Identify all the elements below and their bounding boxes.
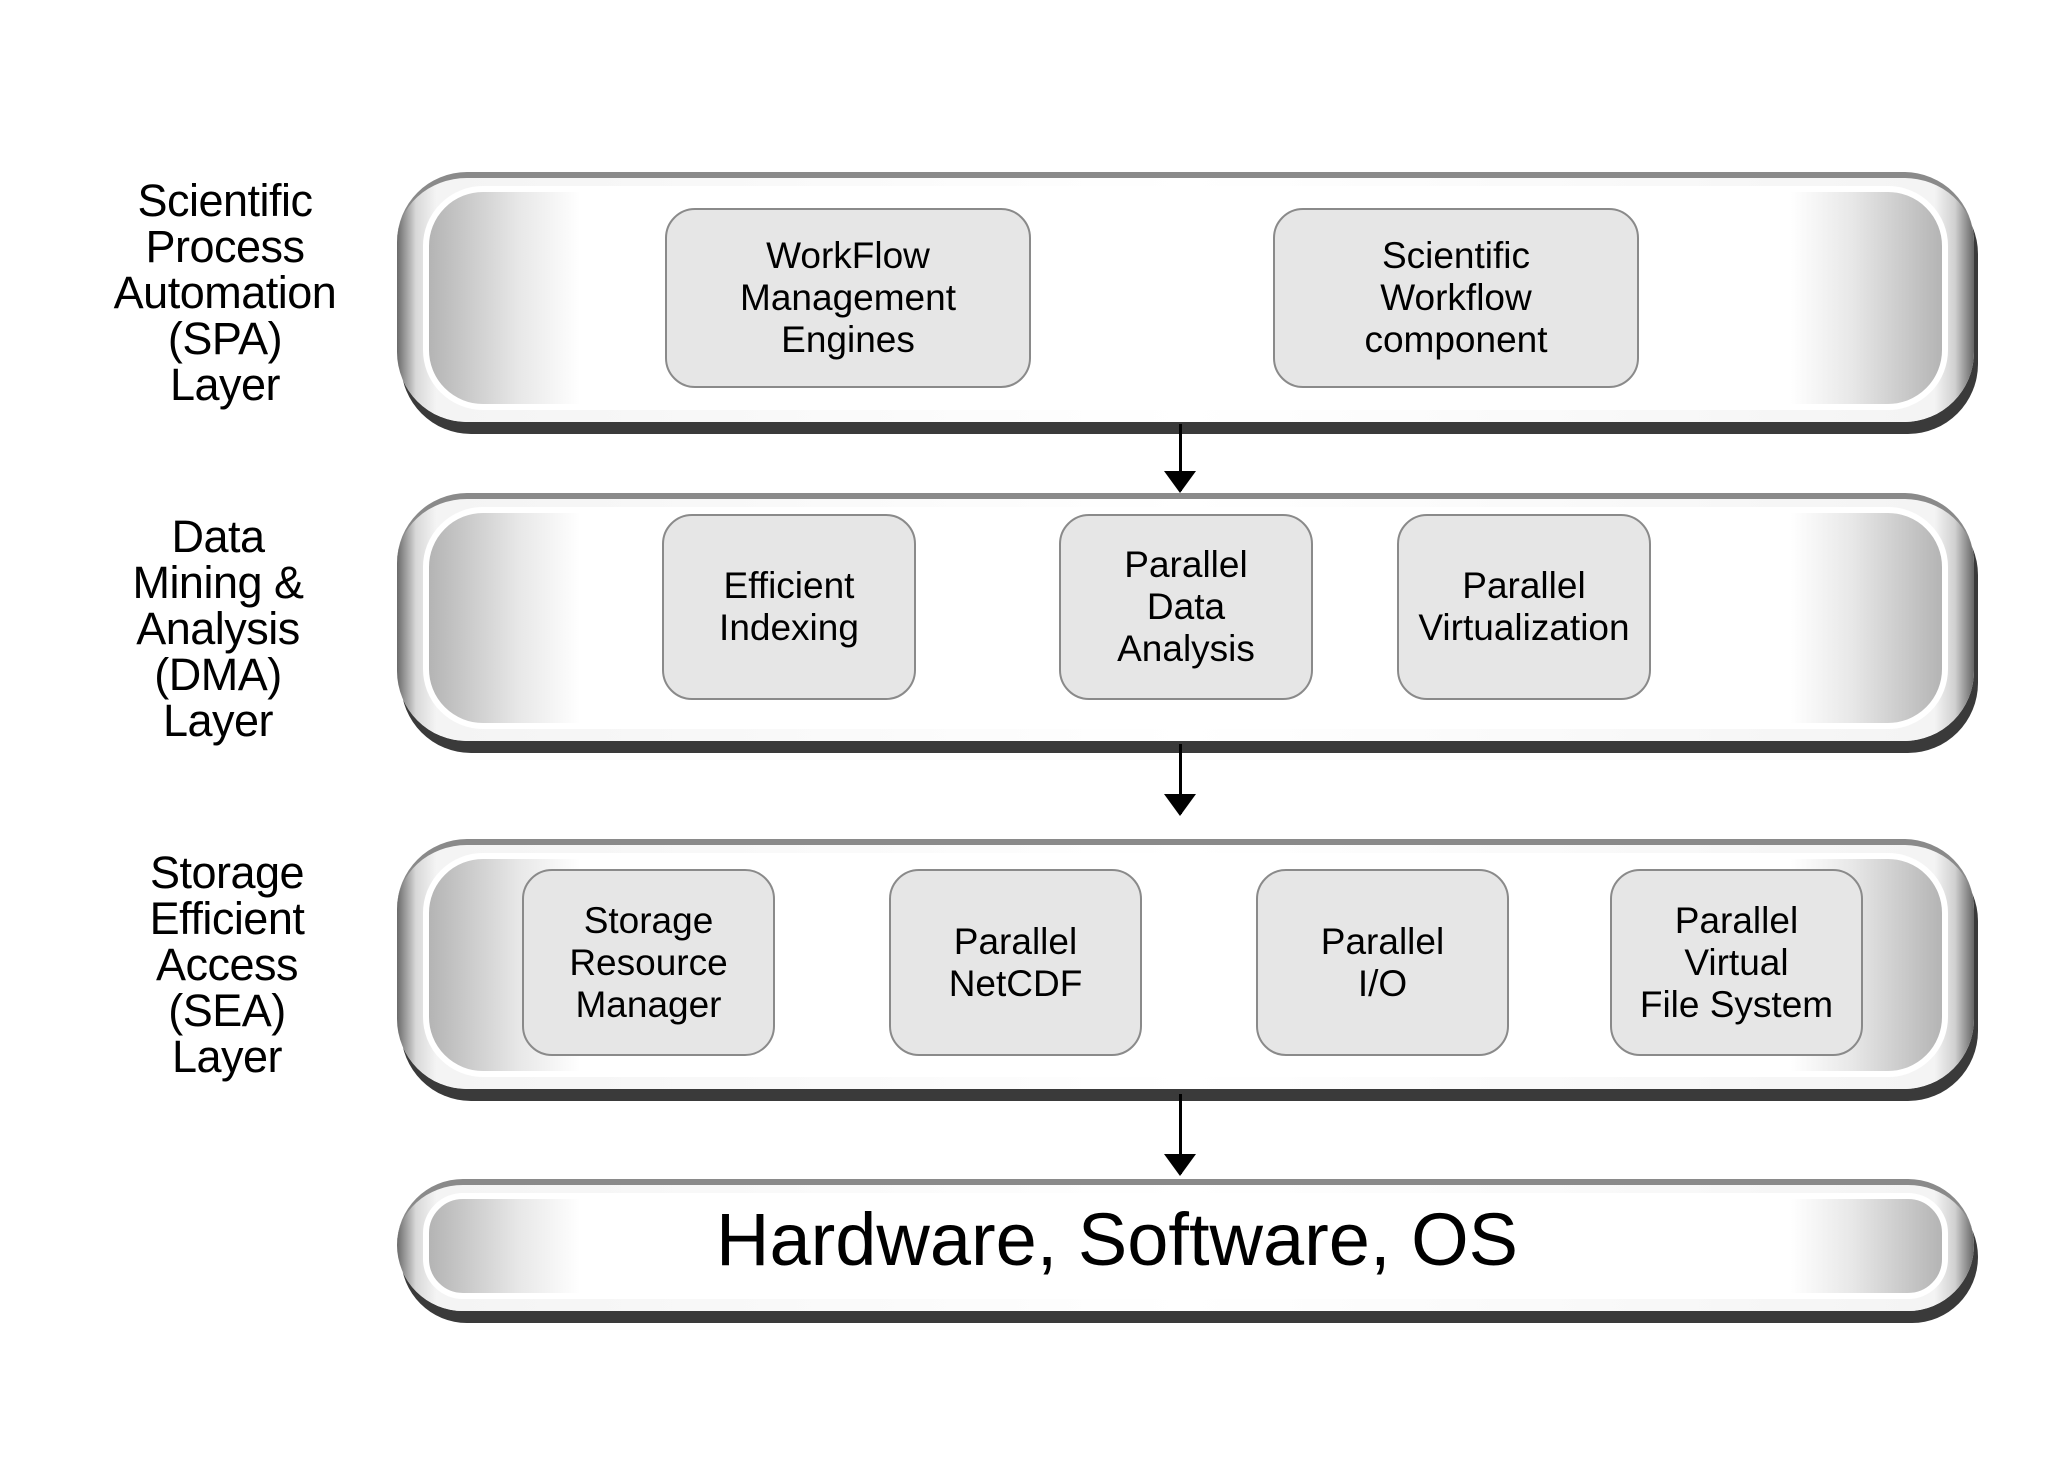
component-box: Parallel Virtual File System	[1610, 869, 1863, 1056]
layer-label-dma: Data Mining & Analysis (DMA) Layer	[132, 511, 304, 746]
component-box: Storage Resource Manager	[522, 869, 775, 1056]
component-box: Scientific Workflow component	[1273, 208, 1639, 388]
component-box: Parallel I/O	[1256, 869, 1509, 1056]
component-box: Efficient Indexing	[662, 514, 916, 700]
layer-label-sea: Storage Efficient Access (SEA) Layer	[149, 847, 305, 1082]
layer-label-spa: Scientific Process Automation (SPA) Laye…	[113, 175, 337, 410]
component-box: Parallel NetCDF	[889, 869, 1142, 1056]
arrow-spa-to-dma	[1164, 424, 1196, 493]
spa-layer-bar	[397, 172, 1974, 422]
component-box: WorkFlow Management Engines	[665, 208, 1031, 388]
base-layer-label: Hardware, Software, OS	[716, 1198, 1518, 1281]
arrow-dma-to-sea	[1164, 744, 1196, 816]
component-box: Parallel Data Analysis	[1059, 514, 1313, 700]
component-box: Parallel Virtualization	[1397, 514, 1651, 700]
arrow-sea-to-base	[1164, 1094, 1196, 1176]
